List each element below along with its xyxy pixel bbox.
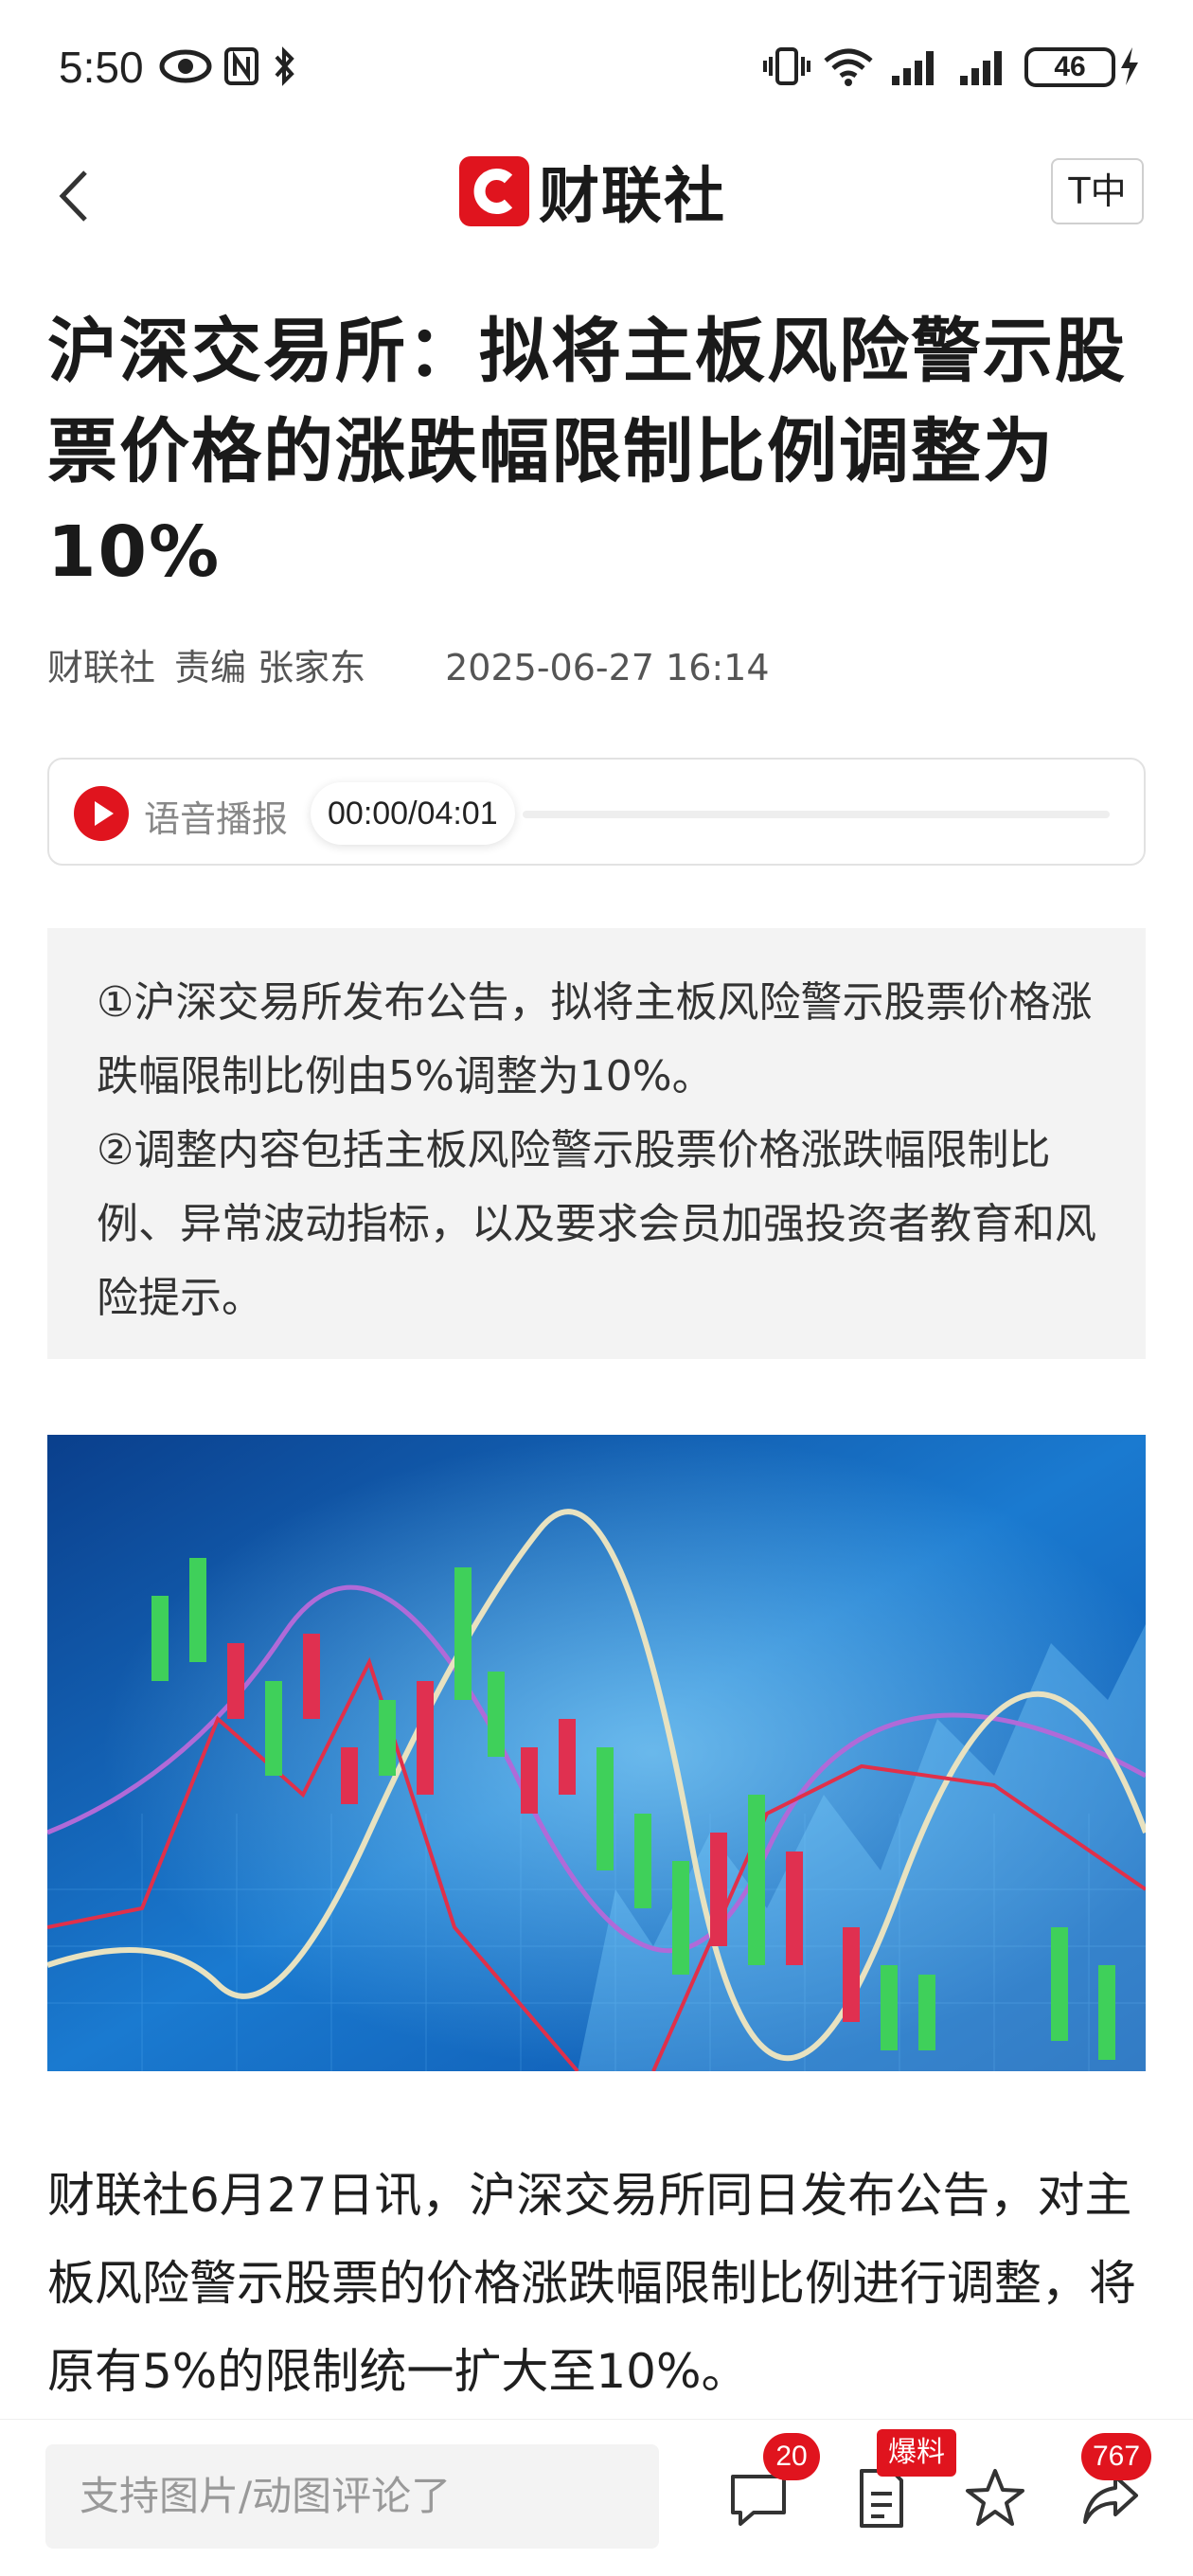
- battery-indicator: 46: [1024, 47, 1115, 87]
- eye-icon: [159, 49, 212, 83]
- brand-logo: 财联社: [459, 153, 726, 232]
- article-source: 财联社: [47, 647, 156, 689]
- signal-icon-2: [960, 51, 1002, 85]
- comment-input[interactable]: 支持图片/动图评论了: [45, 2444, 659, 2549]
- article-title: 沪深交易所：拟将主板风险警示股票价格的涨跌幅限制比例调整为10%: [47, 311, 1127, 593]
- favorite-button[interactable]: [962, 2465, 1028, 2531]
- wifi-icon: [824, 48, 873, 86]
- audio-player: 语音播报 00:00/04:01: [47, 758, 1146, 866]
- signal-icon: [892, 51, 934, 85]
- audio-time: 00:00/04:01: [311, 782, 515, 845]
- status-time: 5:50: [59, 43, 144, 92]
- back-icon[interactable]: [47, 163, 104, 229]
- audio-label: 语音播报: [144, 798, 289, 840]
- brand-name: 财联社: [539, 162, 726, 232]
- report-badge: 爆料: [877, 2429, 956, 2477]
- bluetooth-icon: [275, 46, 294, 86]
- article-body: 财联社6月27日讯，沪深交易所同日发布公告，对主板风险警示股票的价格涨跌幅限制比…: [47, 2168, 1136, 2399]
- article-editor: 责编 张家东: [174, 647, 366, 689]
- status-bar: 5:50 46: [0, 0, 1193, 133]
- article-meta: 财联社 责编 张家东 2025-06-27 16:14: [47, 638, 789, 690]
- play-icon[interactable]: [74, 786, 129, 841]
- charging-icon: [1121, 47, 1138, 85]
- article-date: 2025-06-27 16:14: [445, 647, 770, 689]
- summary-item: ②调整内容包括主板风险警示股票价格涨跌幅限制比例、异常波动指标，以及要求会员加强…: [97, 1126, 1096, 1322]
- comment-count-badge: 20: [763, 2433, 820, 2480]
- bottom-action-bar: 支持图片/动图评论了 20 爆料 767: [0, 2419, 1193, 2576]
- vibrate-icon: [763, 47, 810, 85]
- share-count-badge: 767: [1081, 2433, 1152, 2480]
- stock-chart-illustration: [47, 1435, 1146, 2071]
- font-size-toggle-button[interactable]: T中: [1051, 158, 1144, 224]
- audio-progress-track[interactable]: [523, 811, 1110, 818]
- summary-item: ①沪深交易所发布公告，拟将主板风险警示股票价格涨跌幅限制比例由5%调整为10%。: [97, 978, 1093, 1100]
- nfc-icon: [224, 47, 258, 85]
- brand-logo-icon: [459, 156, 529, 226]
- top-navbar: 财联社 T中: [0, 142, 1193, 246]
- article-image: [47, 1435, 1146, 2071]
- star-icon: [966, 2469, 1024, 2526]
- article-summary: ①沪深交易所发布公告，拟将主板风险警示股票价格涨跌幅限制比例由5%调整为10%。…: [47, 928, 1146, 1359]
